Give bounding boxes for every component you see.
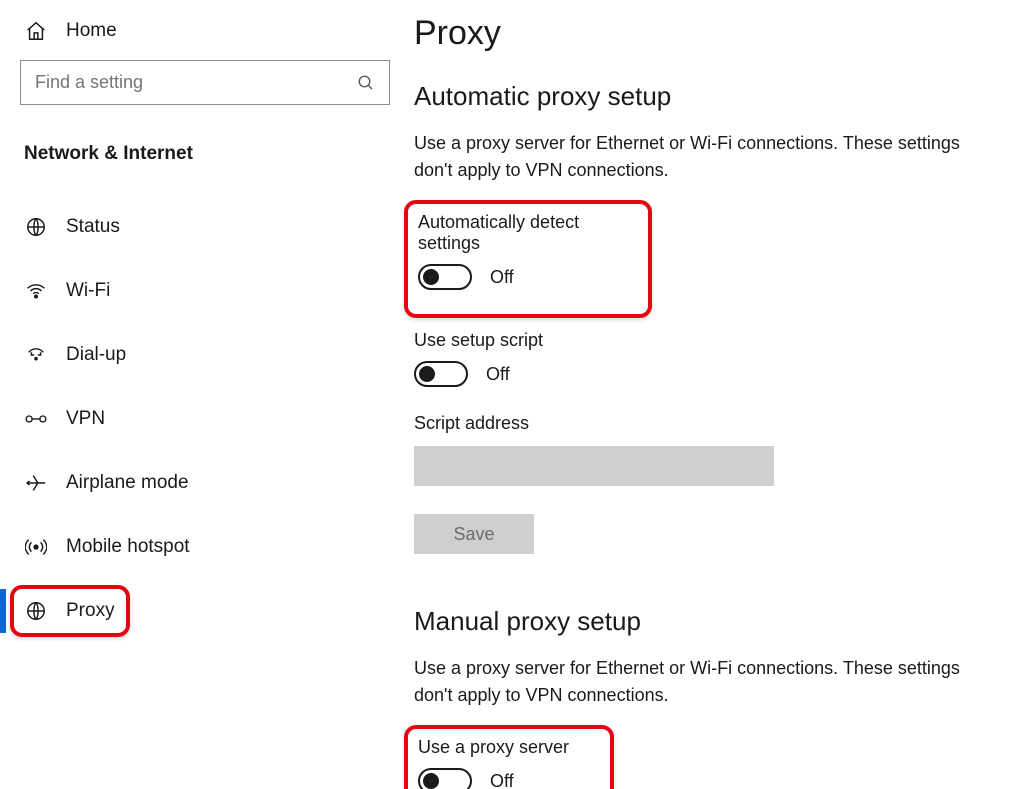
settings-main: Proxy Automatic proxy setup Use a proxy … bbox=[410, 0, 1024, 789]
setup-script-toggle[interactable] bbox=[414, 361, 468, 387]
auto-detect-toggle[interactable] bbox=[418, 264, 472, 290]
auto-proxy-description: Use a proxy server for Ethernet or Wi-Fi… bbox=[414, 130, 974, 208]
home-icon bbox=[24, 20, 48, 42]
annotation-highlight: Automatically detect settings Off bbox=[404, 200, 652, 318]
setup-script-label: Use setup script bbox=[414, 330, 1006, 361]
sidebar-nav: Status Wi-Fi Dial-up bbox=[0, 187, 410, 643]
sidebar-item-label: Status bbox=[66, 216, 120, 238]
sidebar-item-label: Mobile hotspot bbox=[66, 536, 190, 558]
sidebar-item-vpn[interactable]: VPN bbox=[0, 387, 410, 451]
sidebar-item-label: Dial-up bbox=[66, 344, 126, 366]
home-link[interactable]: Home bbox=[0, 12, 410, 60]
hotspot-icon bbox=[24, 536, 48, 558]
dialup-icon bbox=[24, 344, 48, 366]
manual-proxy-heading: Manual proxy setup bbox=[414, 600, 1006, 655]
sidebar-item-proxy[interactable]: Proxy bbox=[0, 579, 410, 643]
annotation-highlight: Use a proxy server Off bbox=[404, 725, 614, 789]
setup-script-state: Off bbox=[486, 364, 510, 385]
sidebar-item-label: Airplane mode bbox=[66, 472, 189, 494]
page-title: Proxy bbox=[414, 0, 1006, 75]
sidebar-item-label: Wi-Fi bbox=[66, 280, 110, 302]
manual-proxy-description: Use a proxy server for Ethernet or Wi-Fi… bbox=[414, 655, 974, 733]
use-proxy-label: Use a proxy server bbox=[418, 737, 600, 768]
home-label: Home bbox=[66, 20, 117, 42]
globe-icon bbox=[24, 600, 48, 622]
auto-detect-label: Automatically detect settings bbox=[418, 212, 638, 264]
auto-detect-state: Off bbox=[490, 267, 514, 288]
auto-proxy-heading: Automatic proxy setup bbox=[414, 75, 1006, 130]
script-address-input bbox=[414, 446, 774, 486]
sidebar-item-airplane[interactable]: Airplane mode bbox=[0, 451, 410, 515]
use-proxy-state: Off bbox=[490, 771, 514, 789]
wifi-icon bbox=[24, 280, 48, 302]
sidebar-category: Network & Internet bbox=[0, 105, 410, 187]
sidebar-item-dialup[interactable]: Dial-up bbox=[0, 323, 410, 387]
settings-sidebar: Home Network & Internet Stat bbox=[0, 0, 410, 789]
sidebar-item-status[interactable]: Status bbox=[0, 195, 410, 259]
sidebar-item-label: VPN bbox=[66, 408, 105, 430]
search-icon bbox=[357, 74, 375, 92]
globe-network-icon bbox=[24, 216, 48, 238]
script-address-label: Script address bbox=[414, 407, 1006, 446]
sidebar-item-hotspot[interactable]: Mobile hotspot bbox=[0, 515, 410, 579]
sidebar-item-wifi[interactable]: Wi-Fi bbox=[0, 259, 410, 323]
search-input[interactable] bbox=[20, 60, 390, 105]
airplane-icon bbox=[24, 472, 48, 494]
use-proxy-toggle[interactable] bbox=[418, 768, 472, 789]
sidebar-item-label: Proxy bbox=[66, 600, 115, 622]
search-field[interactable] bbox=[35, 72, 357, 93]
save-button: Save bbox=[414, 514, 534, 554]
vpn-icon bbox=[24, 409, 48, 429]
